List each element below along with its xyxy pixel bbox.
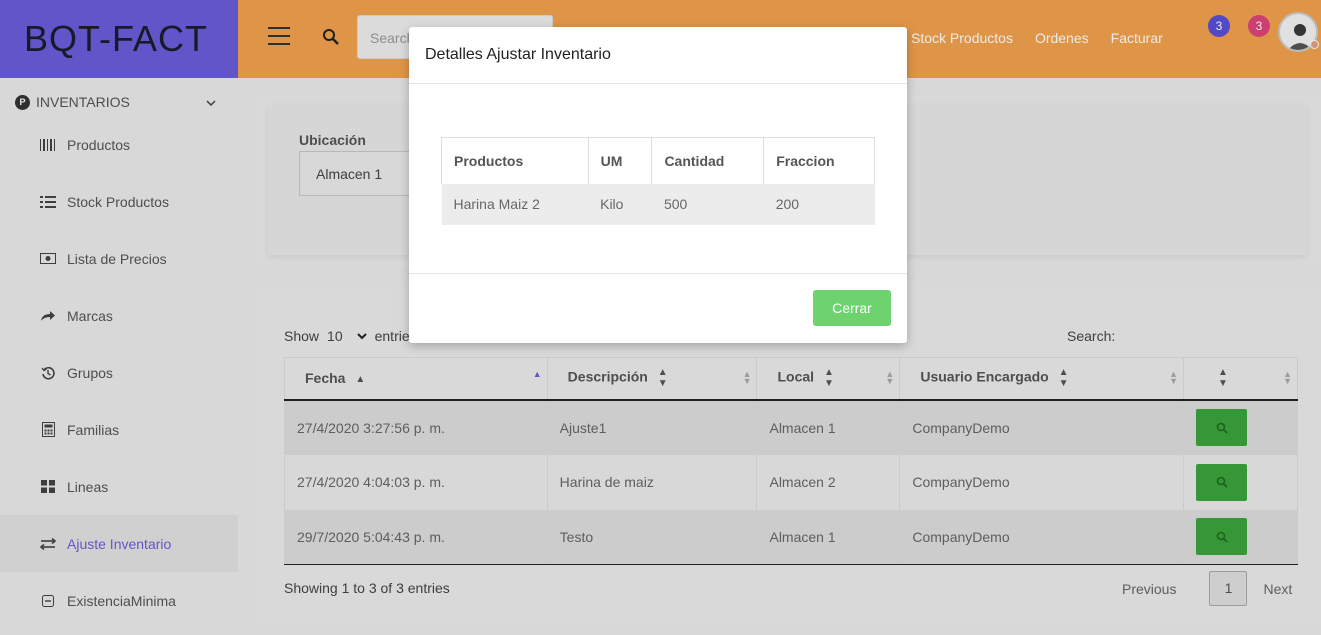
divider xyxy=(409,83,907,84)
divider xyxy=(409,273,907,274)
col-cantidad: Cantidad xyxy=(651,137,765,184)
modal-title: Detalles Ajustar Inventario xyxy=(425,46,611,63)
detalles-modal: Detalles Ajustar Inventario Productos UM… xyxy=(409,27,907,343)
cell-um: Kilo xyxy=(588,183,652,225)
table-row: Harina Maiz 2 Kilo 500 200 xyxy=(441,183,875,225)
detalles-table: Productos UM Cantidad Fraccion Harina Ma… xyxy=(441,137,875,225)
col-productos: Productos xyxy=(441,137,589,184)
col-um: UM xyxy=(587,137,653,184)
cell-producto: Harina Maiz 2 xyxy=(441,183,589,225)
close-button[interactable]: Cerrar xyxy=(813,290,891,326)
cell-fraccion: 200 xyxy=(763,183,875,225)
col-fraccion: Fraccion xyxy=(763,137,875,184)
cell-cantidad: 500 xyxy=(651,183,764,225)
